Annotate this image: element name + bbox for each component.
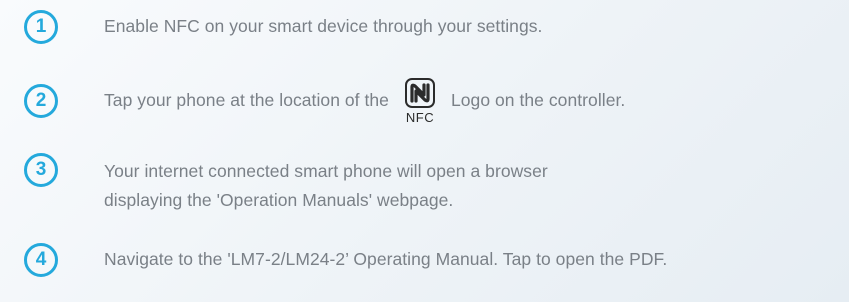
step-text-line-1: Your internet connected smart phone will… — [104, 161, 548, 181]
nfc-logo: NFC — [404, 78, 435, 125]
step-text-after-logo: Logo on the controller. — [450, 90, 626, 110]
step-text-before-logo: Tap your phone at the location of the — [104, 90, 389, 110]
nfc-logo-label: NFC — [405, 110, 435, 125]
step-text: Tap your phone at the location of the NF… — [104, 78, 626, 124]
nfc-n-mark-icon — [404, 78, 435, 108]
step-number-badge: 4 — [24, 243, 58, 277]
step-text: Your internet connected smart phone will… — [104, 157, 548, 215]
step-text: Enable NFC on your smart device through … — [104, 16, 543, 36]
step-number-badge: 2 — [24, 84, 58, 118]
step-number-badge: 3 — [24, 153, 58, 187]
step-number-badge: 1 — [24, 10, 58, 44]
nfc-instructions-page: { "steps": [ { "number": "1", "text": "E… — [0, 0, 849, 302]
step-text: Navigate to the 'LM7-2/LM24-2’ Operating… — [104, 249, 668, 269]
step-text-line-2: displaying the 'Operation Manuals' webpa… — [104, 190, 454, 210]
